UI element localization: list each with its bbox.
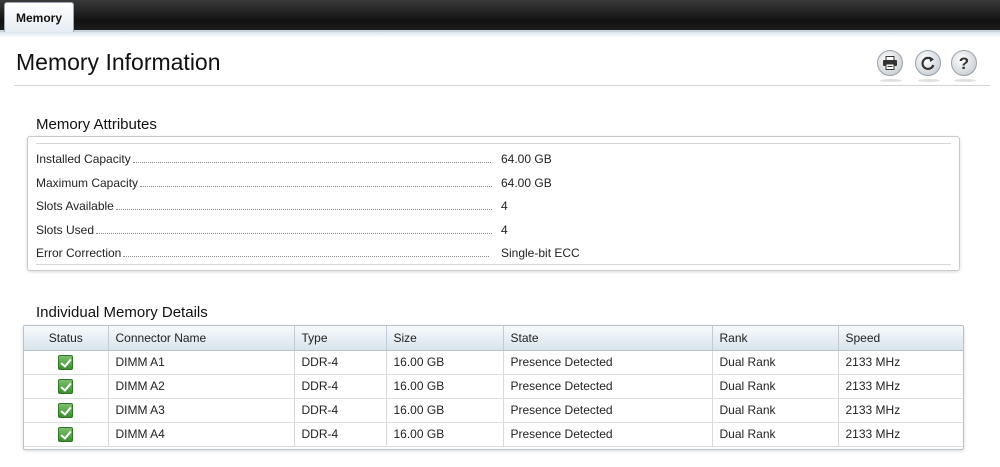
size-cell: 16.00 GB <box>386 350 504 375</box>
column-header-rank[interactable]: Rank <box>712 326 839 351</box>
column-header-type[interactable]: Type <box>294 326 387 351</box>
title-divider <box>14 85 990 86</box>
rank-cell: Dual Rank <box>712 374 839 399</box>
type-cell: DDR-4 <box>294 398 387 423</box>
attr-label: Slots Available <box>36 199 114 213</box>
tab-memory[interactable]: Memory <box>4 2 74 32</box>
attr-label: Slots Used <box>36 223 95 237</box>
attr-label: Error Correction <box>36 246 122 260</box>
attr-value: 4 <box>501 199 508 213</box>
table-row: DIMM A1 DDR-4 16.00 GB Presence Detected… <box>24 350 963 375</box>
status-cell <box>24 422 109 447</box>
state-cell: Presence Detected <box>503 374 713 399</box>
state-cell: Presence Detected <box>503 350 713 375</box>
tab-bar: Memory <box>0 0 1000 32</box>
status-cell <box>24 374 109 399</box>
rank-cell: Dual Rank <box>712 398 839 423</box>
leader-dots <box>123 256 490 257</box>
size-cell: 16.00 GB <box>386 374 504 399</box>
page-title: Memory Information <box>16 49 221 75</box>
attr-value: 4 <box>501 223 508 237</box>
attr-row-installed-capacity: Installed Capacity 64.00 GB <box>36 148 596 166</box>
green-check-icon <box>58 426 74 442</box>
state-cell: Presence Detected <box>503 398 713 423</box>
status-cell <box>24 398 109 423</box>
connector-name-cell: DIMM A2 <box>108 374 295 399</box>
size-cell: 16.00 GB <box>386 422 504 447</box>
leader-dots <box>96 233 493 234</box>
speed-cell: 2133 MHz <box>838 374 963 399</box>
memory-details-table: Status Connector Name Type Size State Ra… <box>24 326 963 447</box>
print-button[interactable] <box>877 50 903 82</box>
refresh-button[interactable] <box>915 50 941 82</box>
connector-name-cell: DIMM A4 <box>108 422 295 447</box>
speed-cell: 2133 MHz <box>838 398 963 423</box>
rank-cell: Dual Rank <box>712 422 839 447</box>
attr-value: 64.00 GB <box>501 176 552 190</box>
type-cell: DDR-4 <box>294 350 387 375</box>
attr-row-maximum-capacity: Maximum Capacity 64.00 GB <box>36 172 596 190</box>
attr-row-error-correction: Error Correction Single-bit ECC <box>36 242 596 260</box>
type-cell: DDR-4 <box>294 422 387 447</box>
attr-row-slots-available: Slots Available 4 <box>36 195 596 213</box>
column-header-state[interactable]: State <box>503 326 713 351</box>
attr-label: Maximum Capacity <box>36 176 139 190</box>
rank-cell: Dual Rank <box>712 350 839 375</box>
green-check-icon <box>58 402 74 418</box>
column-header-status[interactable]: Status <box>24 326 109 351</box>
memory-attributes-title: Memory Attributes <box>36 116 157 133</box>
connector-name-cell: DIMM A3 <box>108 398 295 423</box>
attr-label: Installed Capacity <box>36 152 131 166</box>
size-cell: 16.00 GB <box>386 398 504 423</box>
table-row: DIMM A4 DDR-4 16.00 GB Presence Detected… <box>24 422 963 447</box>
panel-divider <box>36 264 951 265</box>
table-header-row: Status Connector Name Type Size State Ra… <box>24 326 963 351</box>
attr-row-slots-used: Slots Used 4 <box>36 219 596 237</box>
status-cell <box>24 350 109 375</box>
leader-dots <box>132 162 491 163</box>
table-row: DIMM A2 DDR-4 16.00 GB Presence Detected… <box>24 374 963 399</box>
speed-cell: 2133 MHz <box>838 422 963 447</box>
leader-dots <box>115 209 492 210</box>
refresh-icon <box>921 56 935 70</box>
state-cell: Presence Detected <box>503 422 713 447</box>
memory-details-grid: Status Connector Name Type Size State Ra… <box>23 325 964 450</box>
leader-dots <box>140 186 493 187</box>
memory-details-title: Individual Memory Details <box>36 304 208 321</box>
table-row: DIMM A3 DDR-4 16.00 GB Presence Detected… <box>24 398 963 423</box>
type-cell: DDR-4 <box>294 374 387 399</box>
column-header-size[interactable]: Size <box>386 326 504 351</box>
attr-value: Single-bit ECC <box>501 246 580 260</box>
connector-name-cell: DIMM A1 <box>108 350 295 375</box>
help-icon: ? <box>958 53 970 73</box>
green-check-icon <box>58 378 74 394</box>
attr-value: 64.00 GB <box>501 152 552 166</box>
green-check-icon <box>58 354 74 370</box>
speed-cell: 2133 MHz <box>838 350 963 375</box>
column-header-speed[interactable]: Speed <box>838 326 963 351</box>
help-button[interactable]: ? <box>951 50 977 82</box>
column-header-connector-name[interactable]: Connector Name <box>108 326 295 351</box>
memory-attributes-panel: Installed Capacity 64.00 GB Maximum Capa… <box>27 136 960 271</box>
tab-underline <box>0 32 1000 38</box>
panel-divider <box>36 143 951 144</box>
printer-icon <box>883 56 897 70</box>
